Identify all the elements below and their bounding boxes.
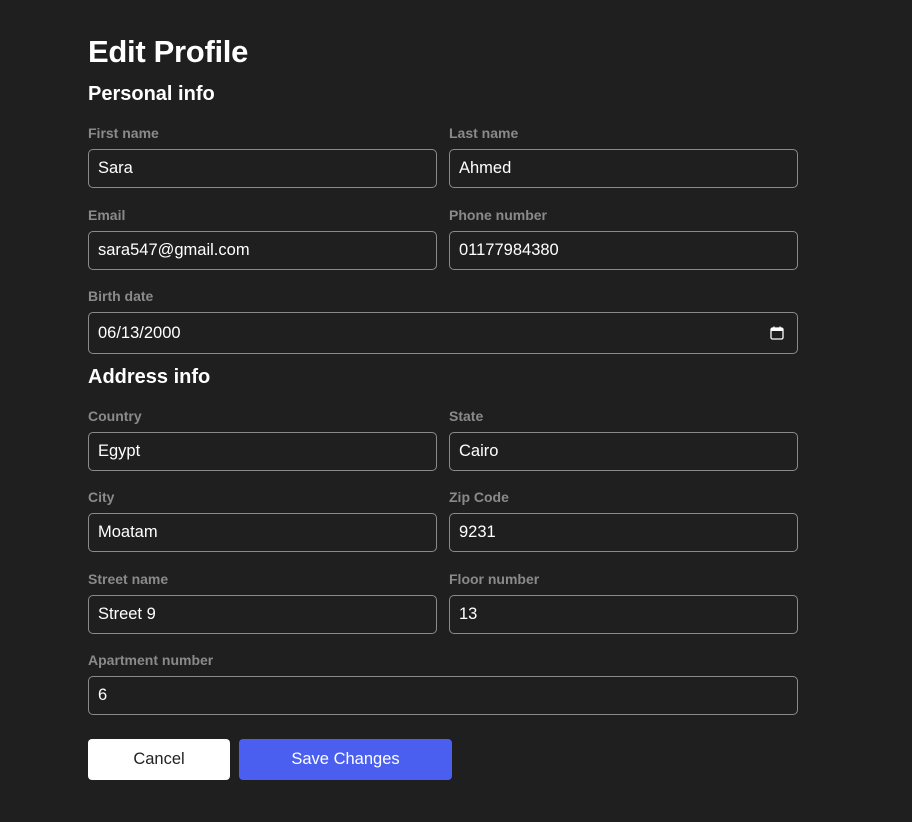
zip-code-input[interactable]: 9231 xyxy=(449,513,798,552)
cancel-button[interactable]: Cancel xyxy=(88,739,230,780)
birth-date-input[interactable]: 06/13/2000 xyxy=(88,312,798,354)
floor-number-input[interactable]: 13 xyxy=(449,595,798,634)
city-label: City xyxy=(88,489,115,505)
apartment-number-value: 6 xyxy=(98,686,108,704)
zip-code-value: 9231 xyxy=(459,523,496,541)
city-field: City Moatam xyxy=(88,489,437,552)
city-input[interactable]: Moatam xyxy=(88,513,437,552)
floor-number-label: Floor number xyxy=(449,571,540,587)
state-value: Cairo xyxy=(459,442,499,460)
birth-date-label: Birth date xyxy=(88,288,154,304)
country-label: Country xyxy=(88,408,142,424)
first-name-input[interactable]: Sara xyxy=(88,149,437,188)
phone-label: Phone number xyxy=(449,207,548,223)
phone-input[interactable]: 01177984380 xyxy=(449,231,798,270)
last-name-label: Last name xyxy=(449,125,519,141)
street-name-input[interactable]: Street 9 xyxy=(88,595,437,634)
email-input[interactable]: sara547@gmail.com xyxy=(88,231,437,270)
phone-field: Phone number 01177984380 xyxy=(449,207,798,270)
zip-code-field: Zip Code 9231 xyxy=(449,489,798,552)
apartment-number-input[interactable]: 6 xyxy=(88,676,798,715)
first-name-value: Sara xyxy=(98,159,133,177)
apartment-number-label: Apartment number xyxy=(88,652,214,668)
email-field: Email sara547@gmail.com xyxy=(88,207,437,270)
street-name-label: Street name xyxy=(88,571,169,587)
country-field: Country Egypt xyxy=(88,408,437,471)
last-name-value: Ahmed xyxy=(459,159,512,177)
email-label: Email xyxy=(88,207,126,223)
floor-number-field: Floor number 13 xyxy=(449,571,798,634)
section-title-personal: Personal info xyxy=(88,83,215,105)
last-name-input[interactable]: Ahmed xyxy=(449,149,798,188)
street-name-value: Street 9 xyxy=(98,605,156,623)
country-value: Egypt xyxy=(98,442,141,460)
floor-number-value: 13 xyxy=(459,605,478,623)
apartment-number-field: Apartment number 6 xyxy=(88,652,798,715)
zip-code-label: Zip Code xyxy=(449,489,509,505)
first-name-field: First name Sara xyxy=(88,125,437,188)
last-name-field: Last name Ahmed xyxy=(449,125,798,188)
state-label: State xyxy=(449,408,484,424)
section-title-address: Address info xyxy=(88,366,211,388)
street-name-field: Street name Street 9 xyxy=(88,571,437,634)
birth-date-field: Birth date 06/13/2000 xyxy=(88,288,798,354)
email-value: sara547@gmail.com xyxy=(98,241,250,259)
birth-date-value: 06/13/2000 xyxy=(98,323,181,342)
page-title: Edit Profile xyxy=(88,34,249,69)
save-changes-button[interactable]: Save Changes xyxy=(239,739,452,780)
city-value: Moatam xyxy=(98,523,158,541)
calendar-icon[interactable] xyxy=(770,326,784,340)
state-input[interactable]: Cairo xyxy=(449,432,798,471)
country-input[interactable]: Egypt xyxy=(88,432,437,471)
phone-value: 01177984380 xyxy=(459,241,559,259)
first-name-label: First name xyxy=(88,125,159,141)
state-field: State Cairo xyxy=(449,408,798,471)
